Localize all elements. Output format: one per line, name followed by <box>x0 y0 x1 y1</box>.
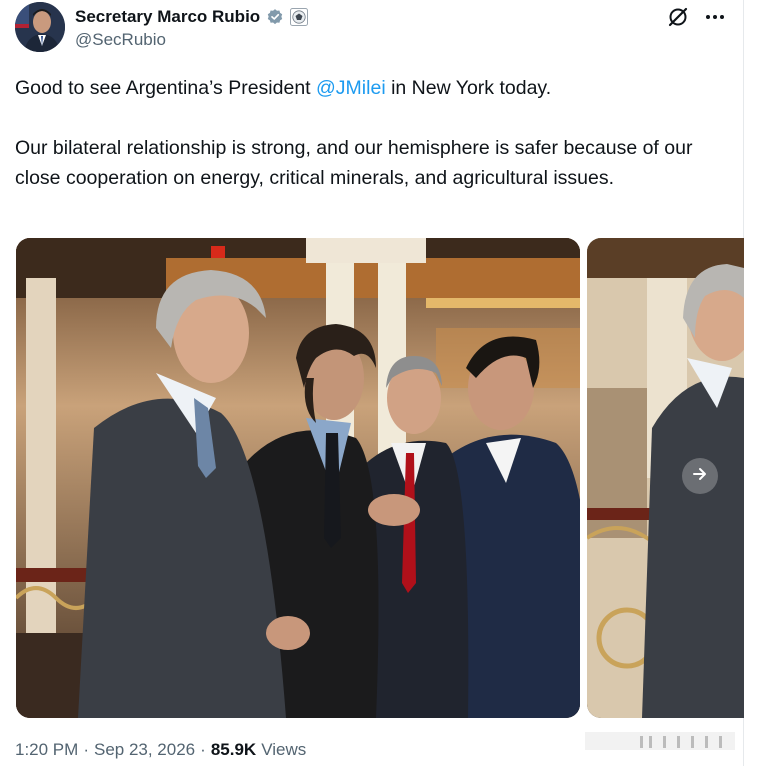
more-icon[interactable] <box>703 6 727 28</box>
name-row: Secretary Marco Rubio <box>75 6 309 28</box>
tweet-paragraph-2: Our bilateral relationship is strong, an… <box>15 137 693 189</box>
separator-dot: · <box>200 740 206 759</box>
tweet-text-part: Good to see Argentina’s President <box>15 77 317 99</box>
watermark-logo <box>585 730 755 752</box>
avatar[interactable] <box>15 2 65 52</box>
views-label: Views <box>261 740 307 759</box>
mention-link[interactable]: @JMilei <box>316 77 386 99</box>
grok-icon[interactable] <box>667 6 689 28</box>
verified-badge-icon[interactable] <box>266 8 284 26</box>
separator-dot: · <box>83 740 89 759</box>
tweet-paragraph-1: Good to see Argentina’s President @JMile… <box>15 73 735 103</box>
tweet-photo-1[interactable] <box>16 238 580 718</box>
tweet-time[interactable]: 1:20 PM <box>15 740 78 760</box>
tweet-header: Secretary Marco Rubio @SecRubio <box>15 2 745 54</box>
display-name[interactable]: Secretary Marco Rubio <box>75 7 260 27</box>
tweet-text: Good to see Argentina’s President @JMile… <box>15 73 735 193</box>
arrow-right-icon <box>691 465 709 488</box>
state-department-seal-icon[interactable] <box>290 8 309 26</box>
tweet-text-part: in New York today. <box>385 77 552 99</box>
tweet-meta: 1:20 PM · Sep 23, 2026 · 85.9K Views <box>15 740 306 760</box>
tweet-photo-2[interactable] <box>587 238 744 718</box>
user-handle[interactable]: @SecRubio <box>75 30 166 50</box>
tweet-date[interactable]: Sep 23, 2026 <box>94 740 195 760</box>
views-count: 85.9K <box>210 740 257 759</box>
next-image-button[interactable] <box>682 458 718 494</box>
